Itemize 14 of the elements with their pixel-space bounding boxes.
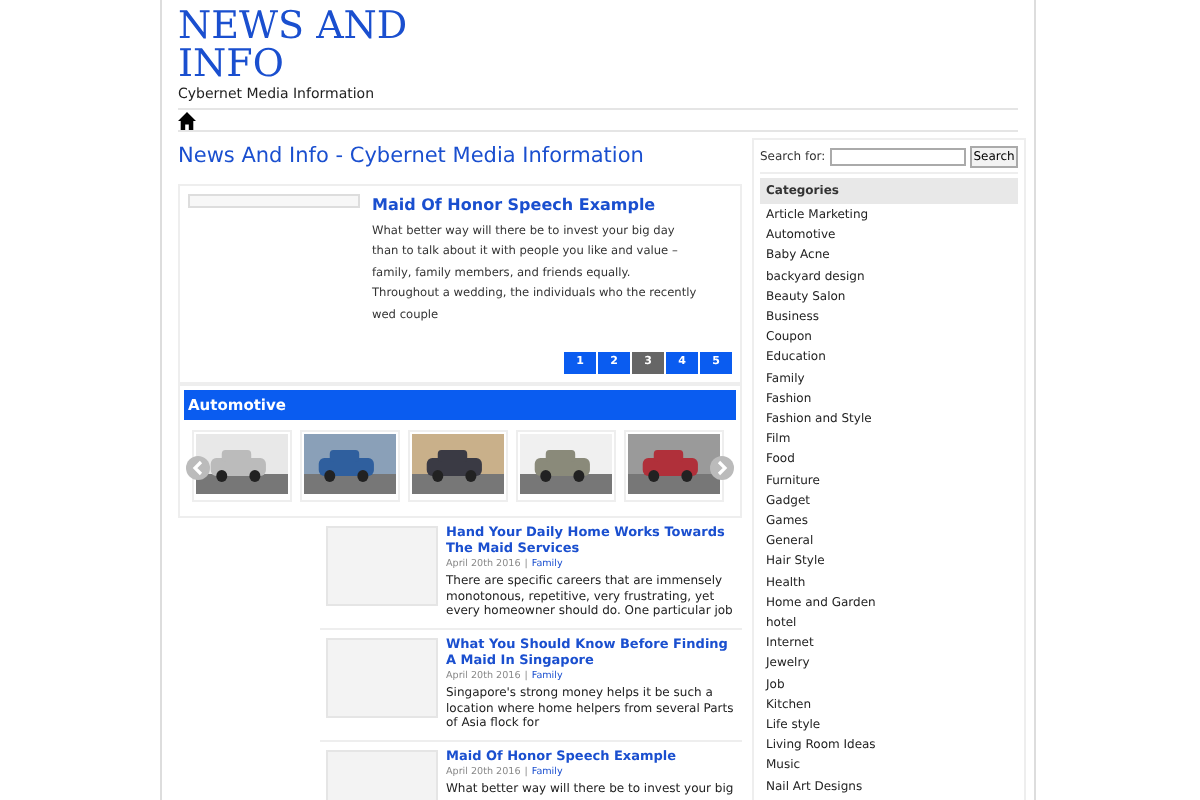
post-thumbnail <box>326 638 438 718</box>
thumbnail-card[interactable] <box>192 430 292 502</box>
thumbnail-card[interactable] <box>300 430 400 502</box>
thumbnail-card[interactable] <box>624 430 724 502</box>
page-heading: News And Info - Cybernet Media Information <box>178 142 646 172</box>
thumbnail-card[interactable] <box>408 430 508 502</box>
home-icon[interactable] <box>178 111 196 129</box>
site-title[interactable]: NEWS AND INFO <box>178 8 418 84</box>
thumbnail-card[interactable] <box>516 430 616 502</box>
previous-icon[interactable] <box>186 456 210 480</box>
featured-title[interactable]: Maid Of Honor Speech Example <box>372 193 700 218</box>
next-icon[interactable] <box>710 456 734 480</box>
post-thumbnail <box>326 526 438 606</box>
search-field[interactable] <box>829 148 966 166</box>
